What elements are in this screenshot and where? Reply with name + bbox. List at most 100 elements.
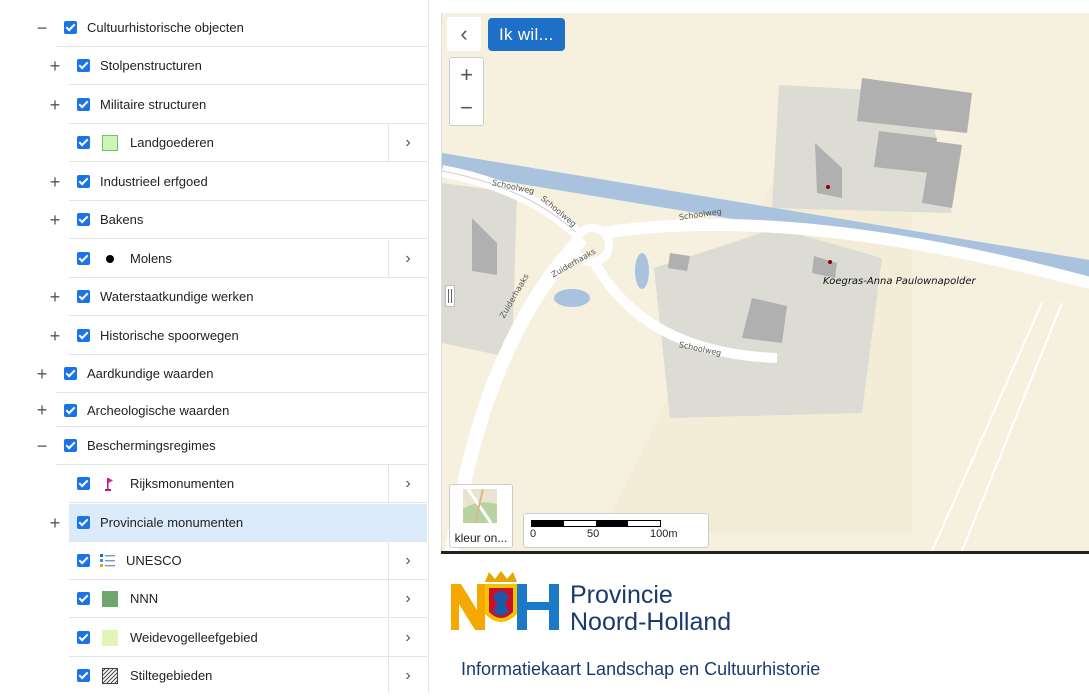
layer-checkbox[interactable] [77, 669, 90, 682]
tree-row-label: UNESCO [126, 553, 182, 568]
panel-collapse-button[interactable]: ‹ [447, 17, 481, 51]
layer-checkbox[interactable] [77, 516, 90, 529]
tree-row-label: Provinciale monumenten [100, 515, 244, 530]
place-label: Koegras-Anna Paulownapolder [823, 276, 976, 287]
tree-row-provinciale-monumenten[interactable]: + Provinciale monumenten [0, 504, 427, 542]
tree-row-historische-spoorwegen[interactable]: + Historische spoorwegen [0, 317, 427, 355]
expand-icon[interactable]: + [46, 317, 64, 355]
tree-row-unesco[interactable]: UNESCO › [0, 542, 427, 580]
green-square-icon [102, 590, 118, 607]
scale-tick-label: 50 [587, 528, 600, 540]
tree-row-label: Militaire structuren [100, 97, 207, 112]
layer-checkbox[interactable] [64, 439, 77, 452]
layer-checkbox[interactable] [77, 59, 90, 72]
layer-checkbox[interactable] [77, 554, 90, 567]
basemap-label: kleur on... [454, 531, 508, 545]
tree-row-cultuurhistorische-objecten[interactable]: − Cultuurhistorische objecten [0, 9, 427, 47]
tree-row-landgoederen[interactable]: Landgoederen › [0, 124, 427, 162]
collapse-icon[interactable]: − [33, 427, 51, 465]
zoom-out-button[interactable]: − [449, 91, 484, 126]
tree-row-label: Historische spoorwegen [100, 328, 239, 343]
layer-checkbox[interactable] [77, 136, 90, 149]
layer-checkbox[interactable] [77, 175, 90, 188]
light-green-square-icon [102, 134, 118, 151]
tree-row-label: Bakens [100, 212, 144, 227]
expand-icon[interactable]: + [46, 504, 64, 542]
tree-row-label: Molens [130, 251, 172, 266]
zoom-in-button[interactable]: + [449, 57, 484, 93]
hatched-square-icon [101, 667, 119, 684]
collapse-icon[interactable]: − [33, 9, 51, 47]
tree-row-label: Archeologische waarden [87, 402, 230, 418]
scale-bar: 0 50 100m [523, 513, 709, 548]
ik-wil-button[interactable]: Ik wil... [488, 18, 565, 51]
black-dot-icon [102, 251, 118, 267]
tree-row-label: Landgoederen [130, 135, 214, 150]
chevron-right-icon[interactable]: › [388, 240, 427, 277]
expand-icon[interactable]: + [46, 47, 64, 85]
tree-row-label: Waterstaatkundige werken [100, 289, 254, 304]
chevron-right-icon[interactable]: › [388, 465, 427, 502]
map-canvas[interactable] [442, 13, 1089, 551]
expand-icon[interactable]: + [46, 86, 64, 124]
expand-icon[interactable]: + [33, 394, 51, 427]
expand-icon[interactable]: + [46, 163, 64, 201]
tree-row-label: Beschermingsregimes [87, 438, 216, 453]
tree-row-bakens[interactable]: + Bakens [0, 201, 427, 239]
layer-checkbox[interactable] [64, 21, 77, 34]
panel-resize-handle[interactable] [445, 285, 455, 307]
tree-row-label: Stiltegebieden [130, 668, 213, 683]
tree-row-stiltegebieden[interactable]: Stiltegebieden › [0, 657, 427, 693]
basemap-switcher-button[interactable]: kleur on... [449, 484, 513, 548]
layer-checkbox[interactable] [64, 403, 77, 417]
tree-row-label: Cultuurhistorische objecten [87, 20, 244, 35]
chevron-right-icon[interactable]: › [388, 124, 427, 161]
brand-name-line2: Noord-Holland [570, 608, 732, 636]
tree-row-industrieel-erfgoed[interactable]: + Industrieel erfgoed [0, 163, 427, 201]
tree-row-molens[interactable]: Molens › [0, 240, 427, 278]
provincie-noord-holland-logo [451, 571, 559, 630]
tree-row-nnn[interactable]: NNN › [0, 580, 427, 618]
expand-icon[interactable]: + [46, 278, 64, 316]
layer-checkbox[interactable] [77, 329, 90, 342]
expand-icon[interactable]: + [46, 201, 64, 239]
expand-icon[interactable]: + [33, 355, 51, 393]
tree-row-label: Industrieel erfgoed [100, 174, 208, 189]
tree-row-weidevogelleefgebied[interactable]: Weidevogelleefgebied › [0, 619, 427, 657]
layer-checkbox[interactable] [77, 592, 90, 605]
pale-green-square-icon [102, 629, 118, 646]
layer-checkbox[interactable] [77, 252, 90, 265]
chevron-left-icon: ‹ [460, 21, 468, 46]
scale-tick-label: 0 [530, 528, 537, 540]
chevron-right-icon[interactable]: › [388, 580, 427, 617]
layer-checkbox[interactable] [77, 290, 90, 303]
tree-row-aardkundige-waarden[interactable]: + Aardkundige waarden [0, 355, 427, 393]
layer-checkbox[interactable] [77, 213, 90, 226]
chevron-right-icon[interactable]: › [388, 542, 427, 579]
list-legend-icon [100, 553, 116, 569]
footer-branding: Provincie Noord-Holland Informatiekaart … [441, 551, 1089, 696]
layer-checkbox[interactable] [77, 477, 90, 490]
app-subtitle: Informatiekaart Landschap en Cultuurhist… [461, 659, 821, 679]
tree-row-label: Weidevogelleefgebied [130, 630, 258, 645]
map-view[interactable]: Schoolweg Schoolweg Schoolweg Schoolweg … [441, 13, 1089, 551]
tree-row-archeologische-waarden[interactable]: + Archeologische waarden [0, 394, 427, 427]
chevron-right-icon[interactable]: › [388, 657, 427, 693]
tree-row-beschermingsregimes[interactable]: − Beschermingsregimes [0, 427, 427, 465]
brand-name-line1: Provincie [570, 581, 673, 609]
basemap-thumbnail-icon [463, 489, 497, 523]
pink-flag-icon [102, 476, 118, 492]
tree-row-waterstaatkundige-werken[interactable]: + Waterstaatkundige werken [0, 278, 427, 316]
scale-tick-label: 100m [650, 528, 678, 540]
tree-row-militaire-structuren[interactable]: + Militaire structuren [0, 86, 427, 124]
chevron-right-icon[interactable]: › [388, 619, 427, 656]
tree-row-label: NNN [130, 591, 159, 606]
minus-icon: − [460, 95, 473, 120]
layer-checkbox[interactable] [77, 631, 90, 644]
layer-checkbox[interactable] [77, 98, 90, 111]
tree-row-label: Rijksmonumenten [130, 476, 235, 491]
layer-checkbox[interactable] [64, 367, 77, 380]
tree-row-rijksmonumenten[interactable]: Rijksmonumenten › [0, 465, 427, 503]
tree-row-stolpenstructuren[interactable]: + Stolpenstructuren [0, 47, 427, 85]
layer-tree-panel: − Cultuurhistorische objecten + Stolpens… [0, 0, 429, 693]
